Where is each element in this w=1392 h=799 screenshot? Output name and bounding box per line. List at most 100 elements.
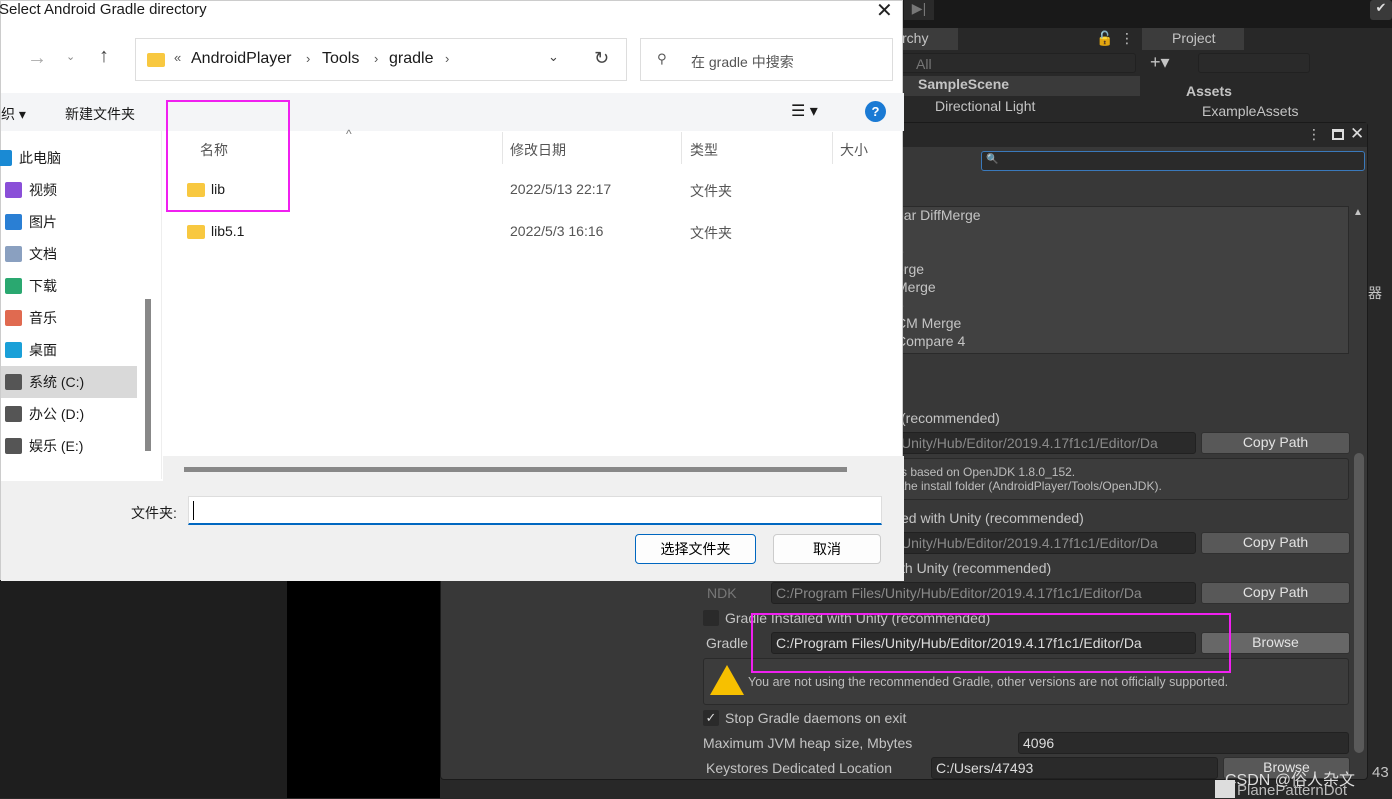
up-icon[interactable]: ↑ (99, 45, 109, 68)
list-item[interactable]: Compare 4 (896, 332, 981, 350)
list-item[interactable]: e (896, 296, 981, 314)
breadcrumb-item[interactable]: AndroidPlayer (191, 50, 292, 68)
maximize-icon[interactable] (1332, 129, 1344, 140)
nav-item[interactable]: 文档 (1, 238, 137, 270)
close-icon[interactable]: ✕ (1350, 124, 1364, 144)
project-panel: Project +▾ Assets ExampleAssets (1142, 28, 1392, 128)
nav-label: 系统 (C:) (29, 374, 85, 390)
nav-label: 音乐 (29, 310, 57, 326)
jvm-input[interactable]: 4096 (1018, 732, 1349, 754)
horizontal-scrollbar[interactable] (184, 467, 847, 472)
scene-item[interactable]: SampleScene (900, 76, 1140, 96)
project-search[interactable] (1198, 53, 1310, 73)
nav-item[interactable]: 视频 (1, 174, 137, 206)
hierarchy-search[interactable]: All (900, 53, 1136, 73)
copy-path-button[interactable]: Copy Path (1201, 432, 1350, 454)
ndk-check-label: th Unity (recommended) (901, 560, 1052, 576)
add-icon[interactable]: +▾ (1150, 52, 1170, 73)
file-date: 2022/5/3 16:16 (510, 223, 604, 239)
highlight-box (166, 100, 290, 212)
list-item[interactable]: Merge (896, 278, 981, 296)
column-size[interactable]: 大小 (840, 140, 868, 160)
nav-item[interactable]: 办公 (D:) (1, 398, 137, 430)
copy-path-button[interactable]: Copy Path (1201, 532, 1350, 554)
tab-hierarchy[interactable]: rchy (900, 28, 958, 50)
more-icon[interactable]: ⋮ (1120, 30, 1134, 47)
folder-input[interactable] (188, 496, 882, 525)
select-folder-button[interactable]: 选择文件夹 (635, 534, 756, 564)
copy-path-button[interactable]: Copy Path (1201, 582, 1350, 604)
nav-item[interactable]: 图片 (1, 206, 137, 238)
gradle-label: Gradle (706, 635, 749, 651)
ndk-label: NDK (707, 585, 737, 601)
watermark: CSDN @俗人杂文 (1225, 772, 1356, 789)
jvm-label: Maximum JVM heap size, Mbytes (703, 735, 913, 751)
folder-dialog: Select Android Gradle directory ✕ → ⌄ ↑ … (0, 0, 904, 581)
organize-button[interactable]: 织 ▾ (1, 104, 26, 124)
scrollbar[interactable] (1354, 453, 1364, 753)
nav-item[interactable]: 下载 (1, 270, 137, 302)
nav-icon (5, 374, 22, 390)
view-icon[interactable]: ☰ ▾ (791, 101, 818, 121)
scroll-up-icon[interactable]: ▲ (1353, 207, 1363, 218)
nav-label: 桌面 (29, 342, 57, 358)
nav-item[interactable]: 娱乐 (E:) (1, 430, 137, 462)
column-type[interactable]: 类型 (690, 140, 718, 160)
gradle-installed-checkbox[interactable] (703, 610, 719, 626)
new-folder-button[interactable]: 新建文件夹 (65, 104, 135, 124)
game-area (287, 580, 440, 798)
nav-icon (5, 438, 22, 454)
merge-tool-list[interactable]: ear DiffMerge e erge Merge e CM Merge Co… (881, 206, 1349, 354)
forward-icon[interactable]: → (27, 47, 47, 70)
list-item[interactable]: ear DiffMerge (896, 206, 981, 224)
stop-daemons-label: Stop Gradle daemons on exit (725, 710, 907, 726)
dropdown-icon[interactable]: ⌄ (548, 49, 559, 65)
sdk-path: Unity/Hub/Editor/2019.4.17f1c1/Editor/Da (896, 532, 1196, 554)
list-item[interactable]: erge (896, 260, 981, 278)
nav-icon (5, 182, 22, 198)
tab-project[interactable]: Project (1142, 28, 1244, 50)
column-date[interactable]: 修改日期 (510, 140, 566, 160)
gradle-warning: You are not using the recommended Gradle… (748, 675, 1229, 689)
nav-icon (5, 342, 22, 358)
nav-label: 图片 (29, 214, 57, 230)
step-button[interactable]: ▶| (904, 0, 934, 20)
address-bar[interactable]: « AndroidPlayer › Tools › gradle › ⌄ ↻ (135, 38, 627, 81)
nav-icon (5, 310, 22, 326)
ndk-path: C:/Program Files/Unity/Hub/Editor/2019.4… (771, 582, 1196, 604)
folder-icon (187, 225, 205, 239)
stop-daemons-checkbox[interactable]: ✓ (703, 710, 719, 726)
file-type: 文件夹 (690, 183, 732, 199)
keystore-path: C:/Users/47493 (931, 757, 1218, 779)
directional-light-item[interactable]: Directional Light (935, 98, 1035, 114)
assets-folder[interactable]: Assets (1186, 83, 1232, 99)
collab-check-icon[interactable]: ✔ (1370, 0, 1392, 20)
nav-icon (5, 278, 22, 294)
jdk-path: Unity/Hub/Editor/2019.4.17f1c1/Editor/Da (896, 432, 1196, 454)
list-item[interactable]: e (896, 242, 981, 260)
history-chevron-icon[interactable]: ⌄ (66, 50, 75, 63)
refresh-icon[interactable]: ↻ (594, 48, 609, 69)
nav-item[interactable]: 音乐 (1, 302, 137, 334)
nav-item[interactable]: 桌面 (1, 334, 137, 366)
cancel-button[interactable]: 取消 (773, 534, 881, 564)
dialog-footer: 文件夹: 选择文件夹 取消 (1, 481, 904, 581)
search-box[interactable]: ⚲ 在 gradle 中搜索 (640, 38, 893, 81)
sort-up-icon: ^ (346, 127, 352, 141)
list-item[interactable]: CM Merge (896, 314, 981, 332)
example-assets-folder[interactable]: ExampleAssets (1202, 103, 1298, 119)
nav-scrollbar[interactable] (145, 299, 151, 451)
nav-label: 文档 (29, 246, 57, 262)
file-row[interactable]: lib5.1 2022/5/3 16:16 文件夹 (167, 215, 897, 249)
breadcrumb-item[interactable]: gradle (389, 50, 433, 68)
preferences-search[interactable]: 🔍 (981, 151, 1365, 171)
close-icon[interactable]: ✕ (876, 0, 893, 23)
more-icon[interactable]: ⋮ (1307, 126, 1321, 143)
nav-label: 下载 (29, 278, 57, 294)
nav-label: 办公 (D:) (29, 406, 85, 422)
lock-icon[interactable]: 🔓 (1096, 30, 1113, 47)
help-icon[interactable]: ? (865, 101, 886, 122)
breadcrumb-item[interactable]: Tools (322, 50, 359, 68)
nav-item[interactable]: 系统 (C:) (1, 366, 137, 398)
nav-item[interactable]: 此电脑 (0, 142, 137, 174)
